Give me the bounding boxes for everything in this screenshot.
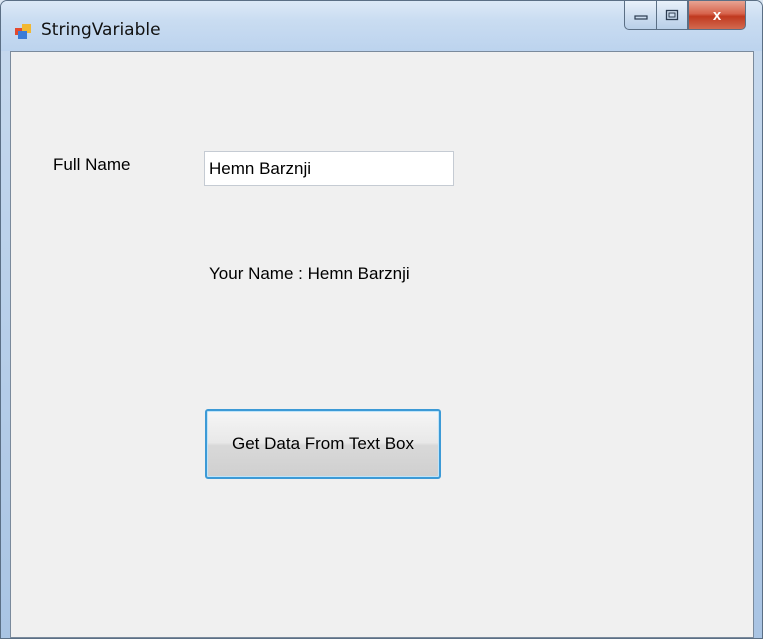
full-name-input[interactable]: [204, 151, 454, 186]
title-bar[interactable]: StringVariable x: [1, 1, 762, 51]
close-button[interactable]: x: [688, 1, 746, 30]
full-name-label: Full Name: [53, 155, 131, 174]
app-window: StringVariable x Full Name Your Name : H…: [0, 0, 763, 639]
close-icon: x: [712, 6, 722, 24]
caption-buttons: x: [624, 1, 746, 31]
get-data-button[interactable]: Get Data From Text Box: [205, 409, 441, 479]
maximize-button[interactable]: [656, 1, 688, 30]
window-title: StringVariable: [41, 20, 161, 40]
app-icon: [15, 24, 31, 39]
minimize-button[interactable]: [624, 1, 656, 30]
your-name-output-label: Your Name : Hemn Barznji: [209, 264, 410, 283]
form-client-area: Full Name Your Name : Hemn Barznji Get D…: [10, 51, 754, 638]
maximize-icon: [665, 9, 679, 21]
minimize-icon: [633, 15, 648, 20]
